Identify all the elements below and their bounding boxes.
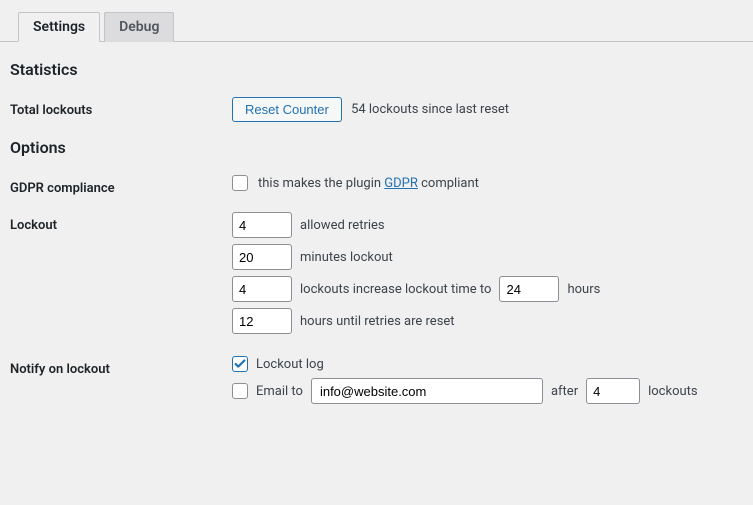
label-gdpr: GDPR compliance [10, 175, 232, 196]
lockouts-count-text: 54 lockouts since last reset [351, 102, 509, 117]
minutes-input[interactable] [232, 244, 292, 270]
field-notify: Lockout log Email to after lockouts [232, 356, 743, 410]
reset-counter-button[interactable]: Reset Counter [232, 97, 342, 122]
tab-debug[interactable]: Debug [104, 12, 174, 42]
gdpr-text-pre: this makes the plugin [258, 176, 384, 191]
field-lockout: allowed retries minutes lockout lockouts… [232, 212, 743, 340]
heading-statistics: Statistics [10, 60, 743, 79]
lockout-reset-line: hours until retries are reset [232, 308, 743, 334]
label-total-lockouts: Total lockouts [10, 97, 232, 118]
field-gdpr: this makes the plugin GDPR compliant [232, 175, 743, 191]
email-input[interactable] [311, 378, 543, 404]
gdpr-text-post: compliant [418, 176, 479, 191]
retries-label: allowed retries [300, 218, 385, 233]
after-label: after [551, 384, 578, 399]
notify-log-line: Lockout log [232, 356, 743, 372]
label-notify: Notify on lockout [10, 356, 232, 377]
minutes-label: minutes lockout [300, 250, 393, 265]
tabs: Settings Debug [0, 0, 753, 42]
increase-count-input[interactable] [232, 276, 292, 302]
increase-label-pre: lockouts increase lockout time to [300, 282, 491, 297]
heading-options: Options [10, 138, 743, 157]
row-notify: Notify on lockout Lockout log Email to a… [10, 356, 743, 410]
content: Statistics Total lockouts Reset Counter … [0, 42, 753, 446]
gdpr-checkbox[interactable] [232, 175, 248, 191]
lockout-increase-line: lockouts increase lockout time to hours [232, 276, 743, 302]
email-label: Email to [256, 384, 303, 399]
lockout-minutes-line: minutes lockout [232, 244, 743, 270]
label-lockout: Lockout [10, 212, 232, 233]
increase-label-post: hours [567, 282, 600, 297]
reset-hours-input[interactable] [232, 308, 292, 334]
field-total-lockouts: Reset Counter 54 lockouts since last res… [232, 97, 743, 122]
gdpr-link[interactable]: GDPR [384, 176, 418, 191]
row-lockout: Lockout allowed retries minutes lockout … [10, 212, 743, 340]
row-gdpr: GDPR compliance this makes the plugin GD… [10, 175, 743, 196]
email-checkbox[interactable] [232, 383, 248, 399]
lockout-log-label: Lockout log [256, 357, 324, 372]
after-count-input[interactable] [586, 378, 640, 404]
tab-settings[interactable]: Settings [18, 12, 100, 42]
reset-label: hours until retries are reset [300, 314, 455, 329]
retries-input[interactable] [232, 212, 292, 238]
lockout-log-checkbox[interactable] [232, 356, 248, 372]
lockout-retries-line: allowed retries [232, 212, 743, 238]
gdpr-text: this makes the plugin GDPR compliant [258, 176, 479, 191]
notify-email-line: Email to after lockouts [232, 378, 743, 404]
lockouts-label: lockouts [648, 384, 698, 399]
row-total-lockouts: Total lockouts Reset Counter 54 lockouts… [10, 97, 743, 122]
increase-hours-input[interactable] [499, 276, 559, 302]
